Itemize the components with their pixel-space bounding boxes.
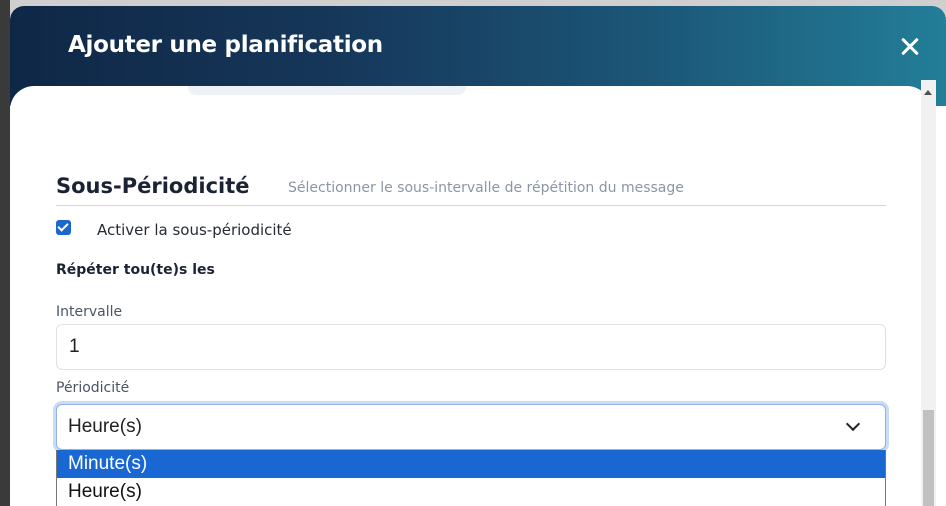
section-header: Sous-Périodicité Sélectionner le sous-in…	[56, 174, 886, 206]
dropdown-option-minutes[interactable]: Minute(s)	[57, 450, 885, 478]
section-subtitle: Sélectionner le sous-intervalle de répét…	[288, 180, 684, 196]
close-icon[interactable]	[898, 34, 922, 58]
scrollbar-thumb[interactable]	[923, 410, 934, 506]
dropdown-option-hours[interactable]: Heure(s)	[57, 478, 885, 506]
section-title: Sous-Périodicité	[56, 174, 250, 198]
interval-input[interactable]: 1	[56, 324, 886, 370]
schedule-modal: Ajouter une planification Sous-Périodici…	[10, 6, 946, 506]
periodicity-select[interactable]: Heure(s)	[56, 404, 886, 450]
periodicity-selected-value: Heure(s)	[68, 416, 142, 437]
modal-title: Ajouter une planification	[68, 32, 383, 58]
enable-subperiodicity-label[interactable]: Activer la sous-périodicité	[97, 221, 292, 239]
screen: Ajouter une planification Sous-Périodici…	[0, 0, 946, 506]
background-edge	[0, 0, 10, 506]
tab-strip	[188, 86, 466, 95]
scroll-up-arrow-icon[interactable]	[924, 90, 932, 95]
chevron-down-icon	[845, 416, 861, 432]
periodicity-dropdown-list: Minute(s) Heure(s)	[56, 450, 886, 506]
modal-body: Sous-Périodicité Sélectionner le sous-in…	[10, 86, 931, 506]
enable-subperiodicity-checkbox[interactable]	[56, 220, 71, 235]
repeat-every-label: Répéter tou(te)s les	[56, 262, 215, 278]
interval-label: Intervalle	[56, 304, 123, 320]
periodicity-label: Périodicité	[56, 380, 130, 396]
scrollbar[interactable]	[921, 80, 936, 506]
